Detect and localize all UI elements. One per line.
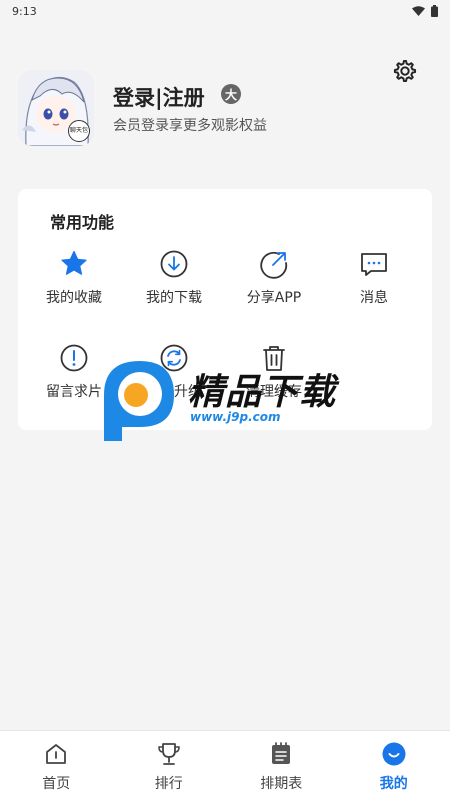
status-icons (412, 5, 438, 17)
nav-item-mine[interactable]: 我的 (338, 731, 450, 800)
nav-label-schedule: 排期表 (260, 776, 303, 792)
nav-label-ranking: 排行 (154, 776, 183, 792)
nav-item-schedule[interactable]: 排期表 (225, 731, 338, 800)
messages-label: 消息 (360, 290, 388, 306)
clear-cache-button[interactable]: 清理缓存 (224, 343, 324, 413)
profile-header[interactable]: 聊天包 登录|注册 大 会员登录享更多观影权益 (18, 70, 432, 146)
favorites-label: 我的收藏 (46, 290, 102, 306)
profile-icon (382, 742, 406, 766)
rank-badge: 大 (221, 84, 241, 104)
nav-item-ranking[interactable]: 排行 (113, 731, 226, 800)
clear-cache-label: 清理缓存 (246, 384, 302, 400)
status-bar: 9:13 (0, 0, 450, 22)
nav-label-mine: 我的 (379, 776, 408, 792)
share-icon (260, 251, 288, 279)
schedule-icon (272, 742, 291, 764)
messages-button[interactable]: 消息 (324, 249, 424, 319)
nav-label-home: 首页 (42, 776, 71, 792)
check-update-label: 检查升级 (146, 384, 202, 400)
card-title: 常用功能 (50, 213, 115, 232)
share-app-label: 分享APP (246, 290, 302, 306)
login-subtitle: 会员登录享更多观影权益 (113, 118, 267, 134)
trash-icon (263, 346, 285, 371)
request-film-label: 留言求片 (46, 384, 102, 400)
avatar[interactable]: 聊天包 (18, 70, 94, 146)
common-functions-card: 常用功能 我的收藏 我的下载 分享APP 消息 留言求片 检查升级 清理缓存 (18, 189, 432, 430)
favorites-button[interactable]: 我的收藏 (24, 249, 124, 319)
status-time: 9:13 (12, 4, 37, 18)
home-icon (46, 744, 67, 764)
battery-icon (431, 5, 438, 17)
star-icon (61, 250, 87, 275)
login-register-title[interactable]: 登录|注册 (113, 82, 205, 112)
trophy-icon (157, 743, 180, 765)
nav-item-home[interactable]: 首页 (0, 731, 113, 800)
downloads-label: 我的下载 (146, 290, 202, 306)
avatar-stamp: 聊天包 (68, 120, 90, 142)
request-film-button[interactable]: 留言求片 (24, 343, 124, 413)
download-icon (160, 250, 188, 278)
bottom-nav: 首页 排行 排期表 我的 (0, 730, 450, 800)
check-update-button[interactable]: 检查升级 (124, 343, 224, 413)
share-app-button[interactable]: 分享APP (224, 249, 324, 319)
message-icon (361, 253, 387, 276)
refresh-icon (160, 344, 188, 372)
downloads-button[interactable]: 我的下载 (124, 249, 224, 319)
wifi-icon (412, 6, 425, 16)
alert-icon (60, 344, 88, 372)
